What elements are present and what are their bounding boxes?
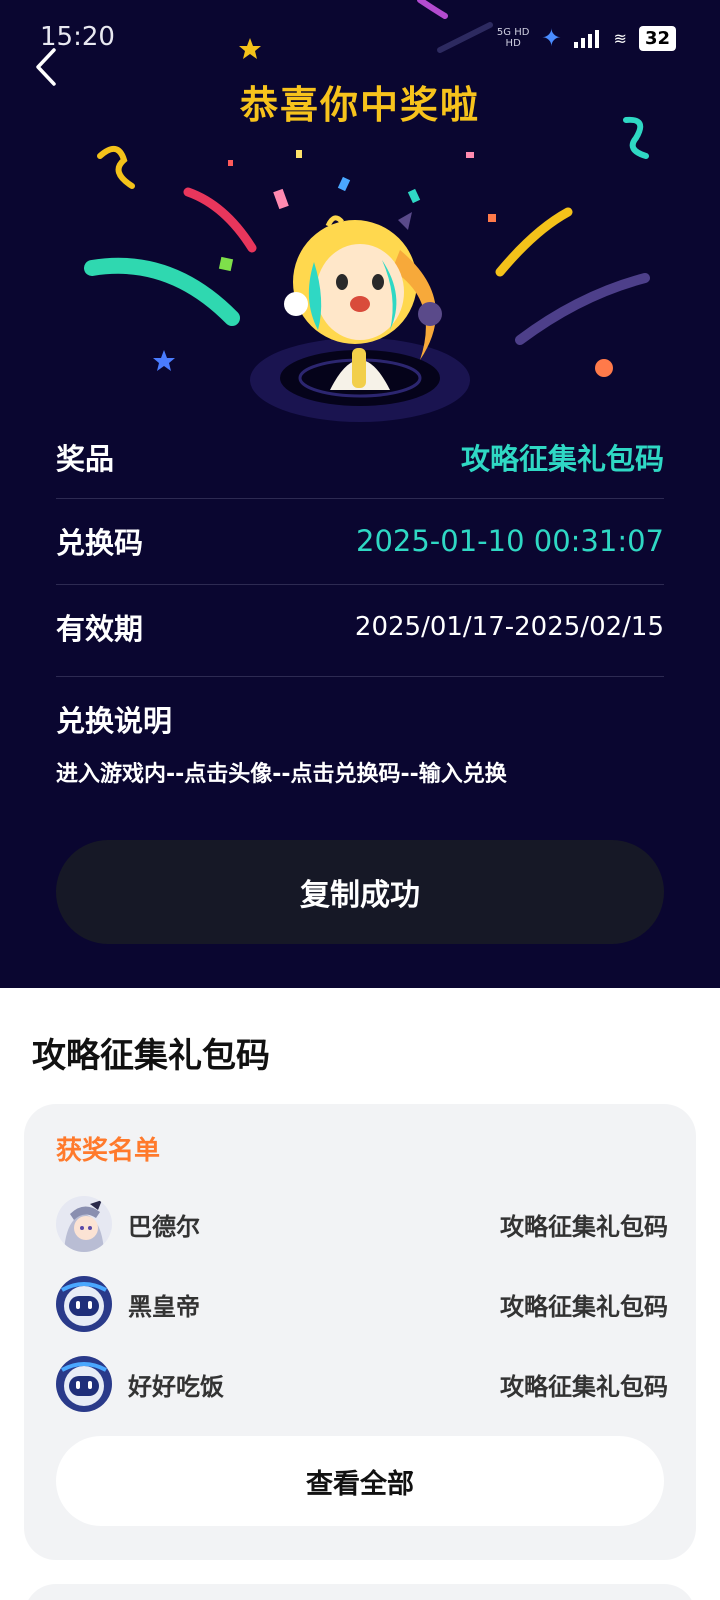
winner-name: 巴德尔 bbox=[128, 1212, 200, 1241]
winner-row[interactable]: 好好吃饭 攻略征集礼包码 bbox=[56, 1356, 668, 1412]
prize-label: 奖品 bbox=[56, 442, 115, 476]
divider bbox=[56, 676, 664, 677]
code-label: 兑换码 bbox=[56, 526, 144, 560]
validity-value: 2025/01/17-2025/02/15 bbox=[354, 612, 664, 642]
instructions-row: 兑换说明 bbox=[56, 698, 664, 740]
next-card bbox=[24, 1584, 696, 1600]
winner-prize: 攻略征集礼包码 bbox=[500, 1372, 668, 1401]
star-icon: ✦ bbox=[541, 24, 562, 52]
code-value[interactable]: 2025-01-10 00:31:07 bbox=[356, 524, 664, 558]
avatar bbox=[56, 1196, 112, 1252]
instructions-label: 兑换说明 bbox=[56, 704, 173, 738]
network-indicator: 5G HD HD bbox=[496, 27, 530, 49]
copy-button[interactable]: 复制成功 bbox=[56, 840, 664, 944]
winner-name: 黑皇帝 bbox=[128, 1292, 200, 1321]
winner-row[interactable]: 黑皇帝 攻略征集礼包码 bbox=[56, 1276, 668, 1332]
status-icons: 5G HD HD ✦ ≋ 32 bbox=[497, 24, 676, 52]
signal-icon bbox=[573, 28, 602, 48]
page-title: 恭喜你中奖啦 bbox=[239, 83, 480, 127]
instructions-text: 进入游戏内--点击头像--点击兑换码--输入兑换 bbox=[56, 762, 507, 787]
status-bar: 15:20 5G HD HD ✦ ≋ 32 bbox=[0, 0, 720, 70]
section-title: 攻略征集礼包码 bbox=[32, 1036, 270, 1076]
prize-header-panel: 15:20 5G HD HD ✦ ≋ 32 恭喜你中奖啦 奖品 攻略征集礼包码 … bbox=[0, 0, 720, 988]
winner-prize: 攻略征集礼包码 bbox=[500, 1212, 668, 1241]
winners-card: 获奖名单 巴德尔 攻略征集礼包码 黑皇帝 攻略征集礼包码 好好吃饭 攻略征集礼包… bbox=[24, 1104, 696, 1560]
view-all-button[interactable]: 查看全部 bbox=[56, 1436, 664, 1526]
winner-row[interactable]: 巴德尔 攻略征集礼包码 bbox=[56, 1196, 668, 1252]
prize-row: 奖品 攻略征集礼包码 bbox=[56, 436, 664, 478]
code-row[interactable]: 兑换码 2025-01-10 00:31:07 bbox=[56, 520, 664, 562]
divider bbox=[56, 498, 664, 499]
winner-name: 好好吃饭 bbox=[128, 1372, 224, 1401]
wifi-icon: ≋ bbox=[613, 28, 627, 48]
validity-row: 有效期 2025/01/17-2025/02/15 bbox=[56, 606, 664, 648]
avatar bbox=[56, 1276, 112, 1332]
validity-label: 有效期 bbox=[56, 612, 144, 646]
battery-indicator: 32 bbox=[638, 25, 676, 51]
winners-heading: 获奖名单 bbox=[56, 1136, 161, 1166]
prize-value: 攻略征集礼包码 bbox=[460, 442, 664, 476]
avatar bbox=[56, 1356, 112, 1412]
divider bbox=[56, 584, 664, 585]
winner-prize: 攻略征集礼包码 bbox=[500, 1292, 668, 1321]
